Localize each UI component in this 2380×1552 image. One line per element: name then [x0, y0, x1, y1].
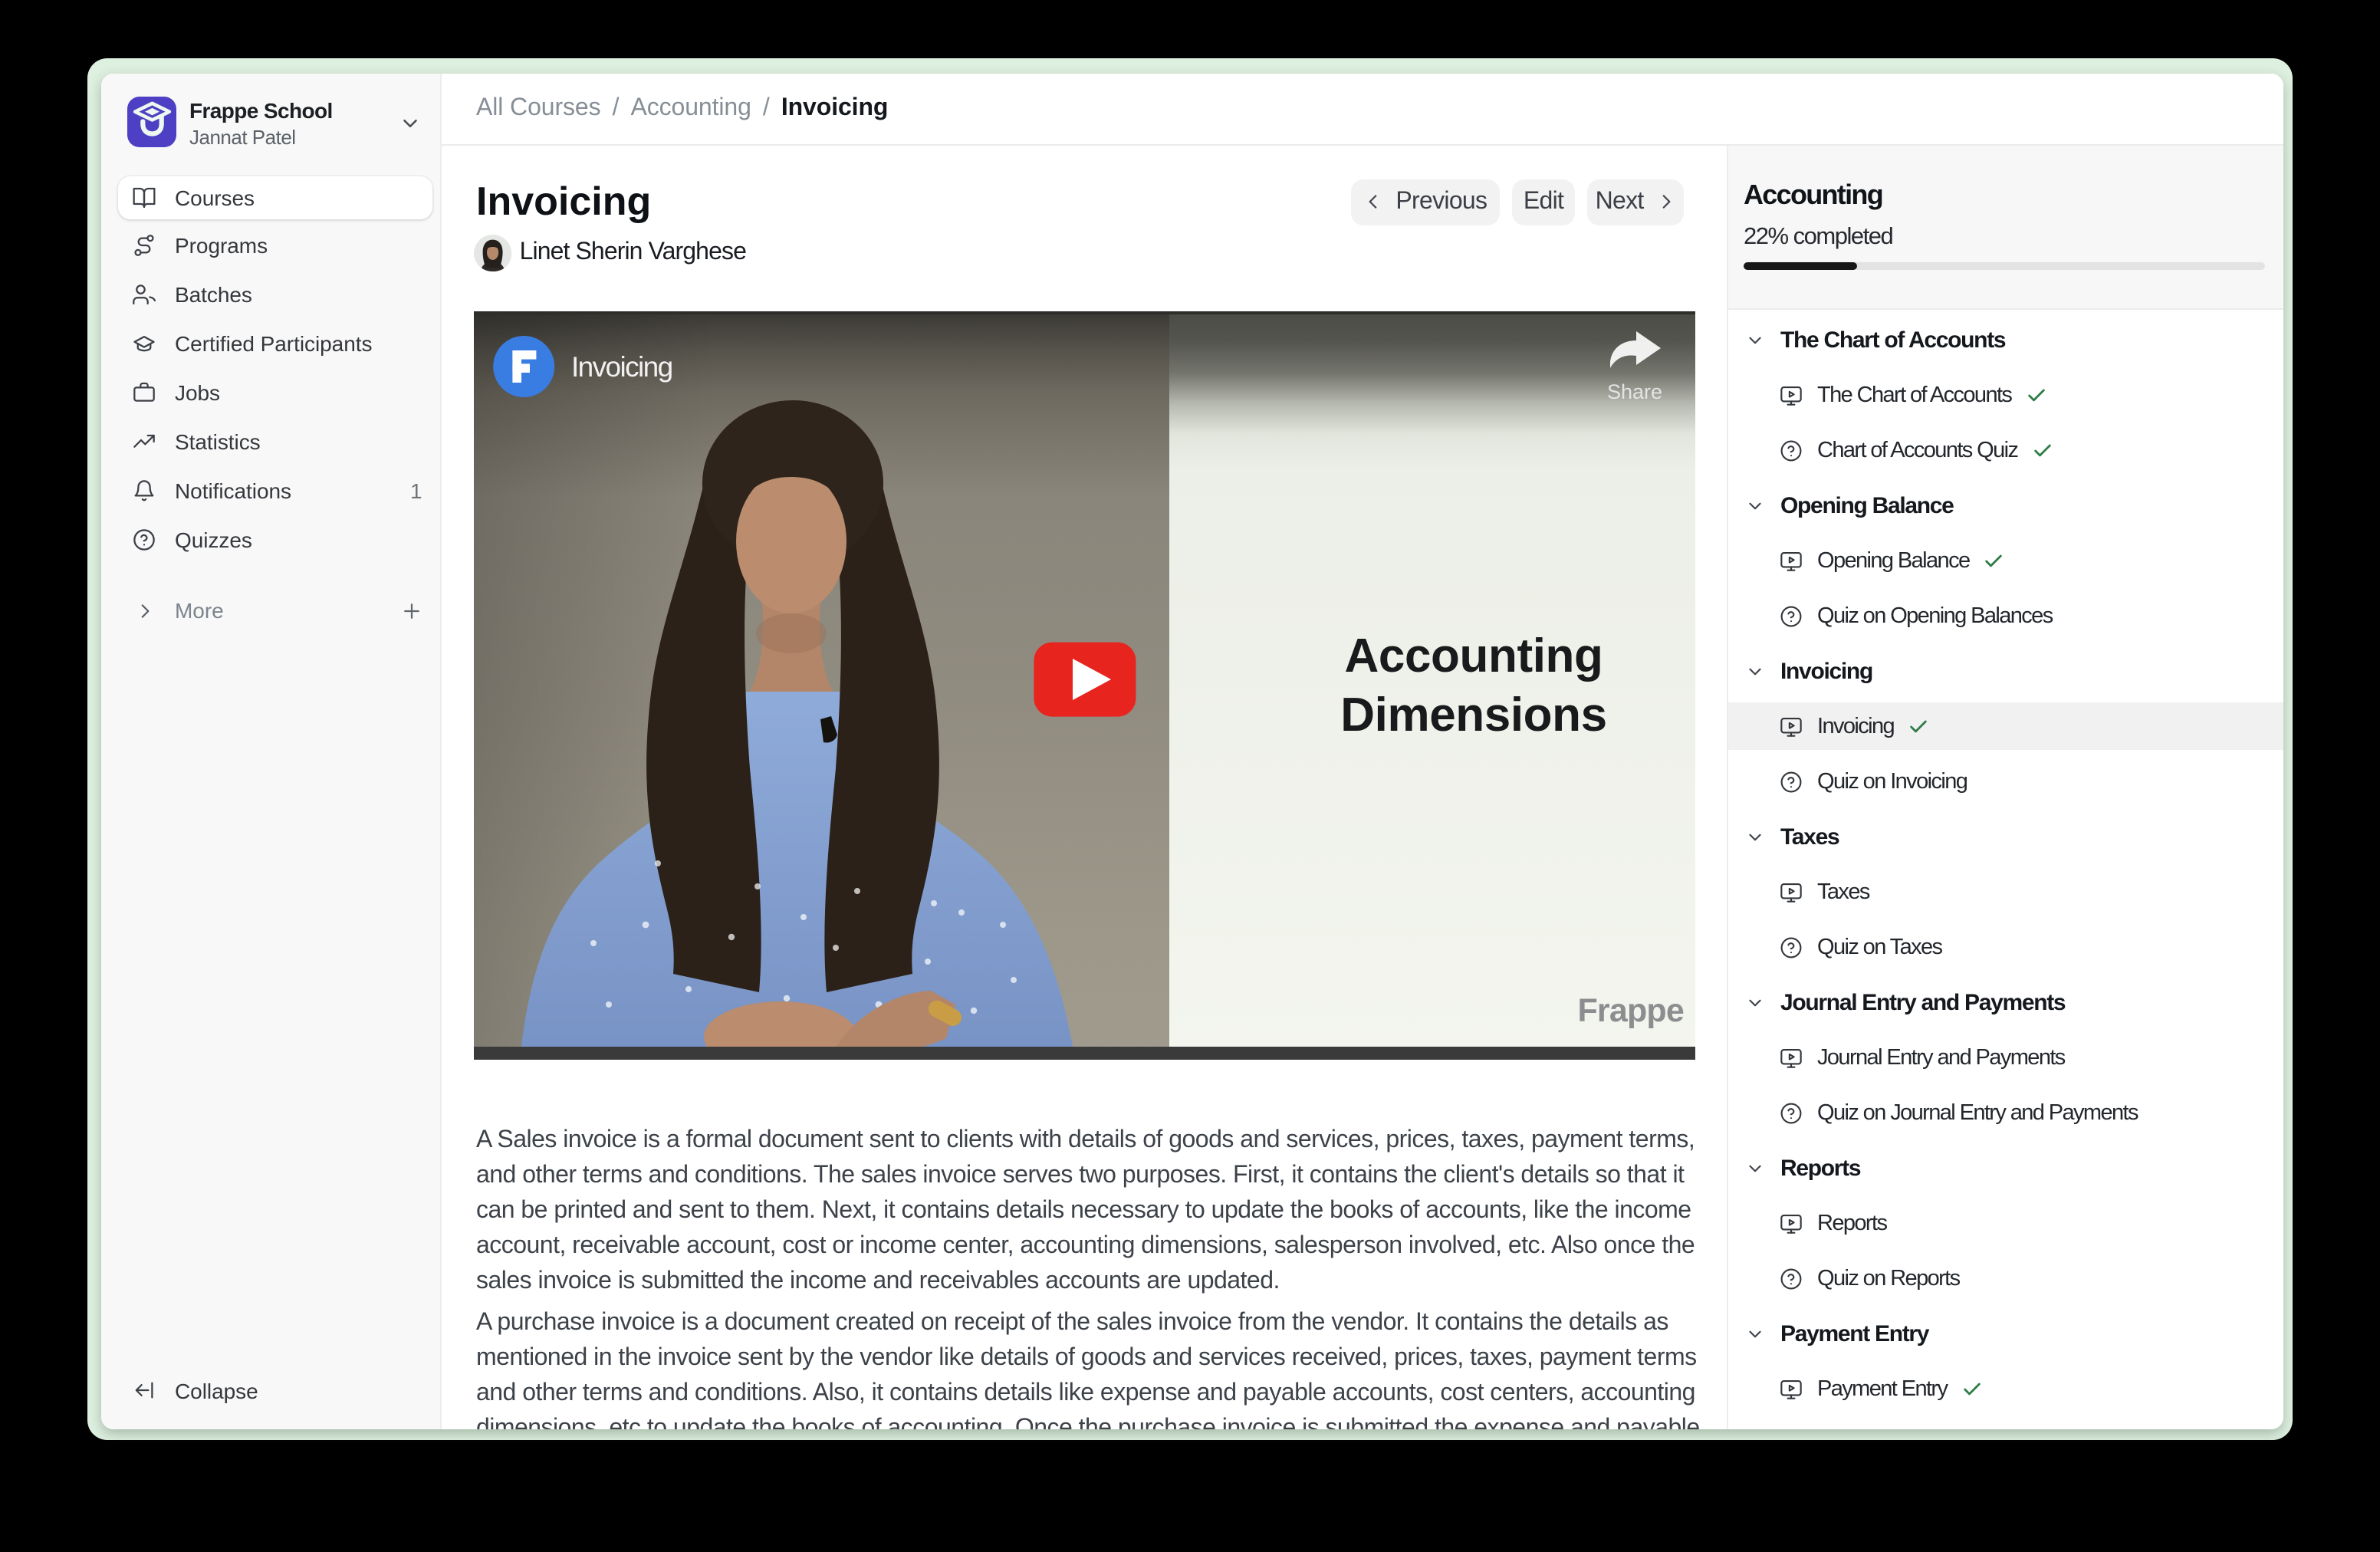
- svg-text:Dimensions: Dimensions: [1341, 689, 1607, 741]
- svg-text:Invoicing: Invoicing: [572, 351, 673, 383]
- svg-text:Frappe: Frappe: [1578, 992, 1685, 1029]
- svg-text:Share: Share: [1608, 380, 1663, 403]
- svg-text:Accounting: Accounting: [1345, 630, 1603, 682]
